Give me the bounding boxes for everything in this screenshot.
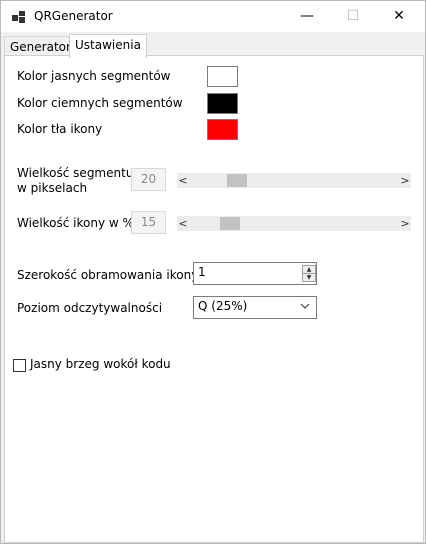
segment-size-slider-thumb[interactable] — [227, 174, 247, 187]
quiet-zone-label[interactable]: Jasny brzeg wokół kodu — [30, 357, 171, 371]
chevron-down-icon — [300, 303, 310, 309]
light-color-swatch[interactable] — [207, 66, 238, 87]
minimize-button[interactable]: — — [284, 1, 330, 32]
icon-bg-color-label: Kolor tła ikony — [17, 122, 103, 136]
quiet-zone-checkbox[interactable] — [13, 359, 26, 372]
slider-left-arrow-icon[interactable]: < — [177, 216, 189, 231]
icon-size-slider[interactable]: < > — [177, 216, 411, 231]
border-width-spinner[interactable]: 1 ▲ ▼ — [193, 262, 317, 285]
title-bar: QRGenerator — ☐ ✕ — [1, 1, 425, 32]
dark-color-label: Kolor ciemnych segmentów — [17, 96, 183, 110]
window-title: QRGenerator — [34, 9, 113, 23]
border-width-value: 1 — [198, 265, 206, 279]
segment-size-slider[interactable]: < > — [177, 173, 411, 188]
spinner-down-icon[interactable]: ▼ — [302, 273, 316, 282]
readability-select[interactable]: Q (25%) — [193, 296, 317, 319]
slider-left-arrow-icon[interactable]: < — [177, 173, 189, 188]
spinner-buttons: ▲ ▼ — [302, 265, 316, 282]
tab-settings[interactable]: Ustawienia — [69, 34, 147, 58]
maximize-button[interactable]: ☐ — [330, 1, 376, 32]
readability-value: Q (25%) — [198, 299, 248, 313]
slider-right-arrow-icon[interactable]: > — [399, 173, 411, 188]
border-width-label: Szerokość obramowania ikony — [17, 268, 199, 282]
slider-right-arrow-icon[interactable]: > — [399, 216, 411, 231]
segment-size-value[interactable]: 20 — [131, 168, 166, 191]
icon-bg-color-swatch[interactable] — [207, 119, 238, 140]
close-button[interactable]: ✕ — [376, 1, 422, 32]
icon-size-label: Wielkość ikony w % — [17, 216, 134, 230]
dark-color-swatch[interactable] — [207, 93, 238, 114]
light-color-label: Kolor jasnych segmentów — [17, 69, 171, 83]
tab-strip: Generator Ustawienia — [1, 32, 425, 58]
segment-size-label-line2: w pikselach — [17, 181, 88, 195]
readability-label: Poziom odczytywalności — [17, 301, 163, 315]
icon-size-value[interactable]: 15 — [131, 211, 166, 234]
app-icon — [12, 11, 25, 23]
icon-size-slider-thumb[interactable] — [220, 217, 240, 230]
app-window: QRGenerator — ☐ ✕ Generator Ustawienia K… — [0, 0, 426, 544]
segment-size-label-line1: Wielkość segmentu — [17, 166, 134, 180]
settings-panel: Kolor jasnych segmentów Kolor ciemnych s… — [4, 55, 424, 543]
tab-generator[interactable]: Generator — [4, 36, 77, 57]
